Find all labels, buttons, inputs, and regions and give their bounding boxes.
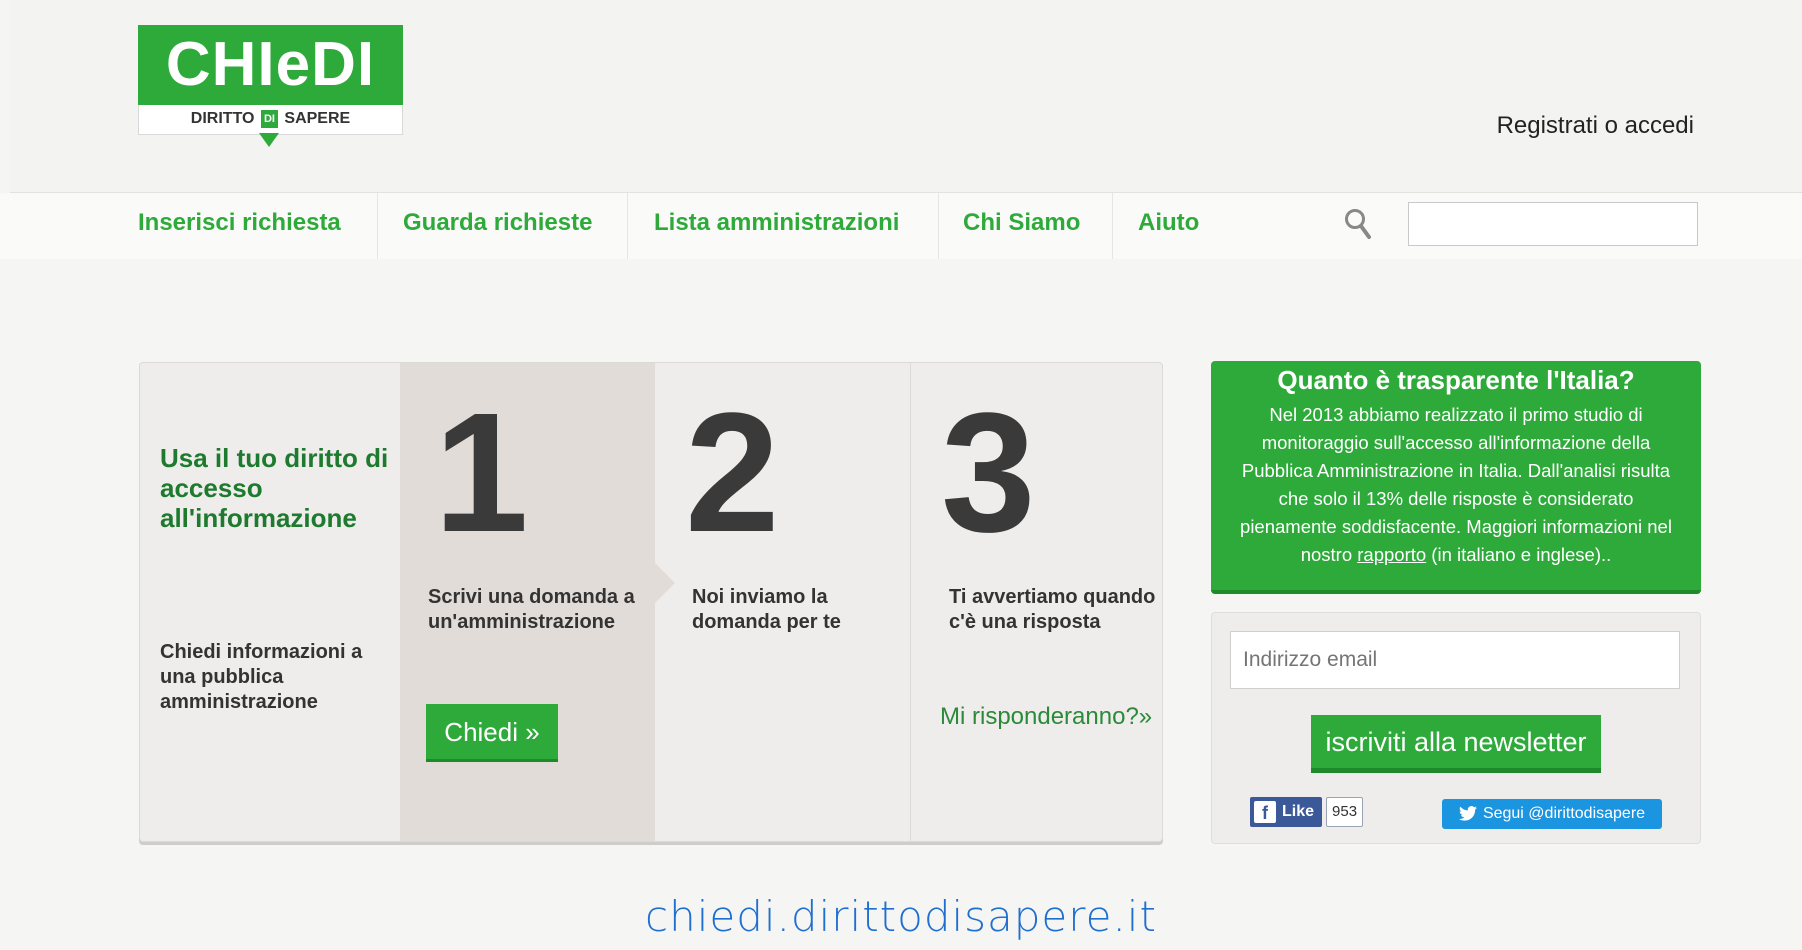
search-input[interactable]: [1408, 202, 1698, 246]
logo-wordmark: CHIeDI: [138, 25, 403, 105]
logo-pointer: [259, 133, 279, 147]
nav-item-guarda-richieste[interactable]: Guarda richieste: [403, 193, 628, 259]
nav-item-aiuto[interactable]: Aiuto: [1138, 193, 1228, 259]
twitter-bird-icon: [1458, 806, 1477, 821]
logo-tagline-right: SAPERE: [284, 110, 351, 127]
facebook-like-count: 953: [1326, 797, 1364, 827]
intro-subtitle: Chiedi informazioni a una pubblica ammin…: [160, 641, 363, 713]
transparency-box: Quanto è trasparente l'Italia? Nel 2013 …: [1211, 361, 1701, 594]
step-3: 3 Ti avvertiamo quando c'è una risposta …: [910, 363, 1162, 841]
step-2-number: 2: [685, 378, 780, 568]
step-3-number: 3: [941, 378, 1036, 568]
facebook-like-widget[interactable]: f Like 953: [1250, 797, 1364, 827]
intro-title: Usa il tuo diritto di accesso all'inform…: [160, 443, 389, 533]
email-field[interactable]: [1230, 631, 1680, 689]
transparency-text: Nel 2013 abbiamo realizzato il primo stu…: [1239, 401, 1673, 569]
search-icon[interactable]: [1344, 208, 1372, 240]
logo-tagline-left: DIRITTO: [190, 110, 255, 127]
step-3-text: Ti avvertiamo quando c'è una risposta: [949, 586, 1156, 633]
step-1-number: 1: [434, 378, 529, 568]
chiedi-button[interactable]: Chiedi »: [426, 704, 558, 762]
transparency-text-tail: (in italiano e inglese)..: [1426, 544, 1612, 565]
step-2: 2 Noi inviamo la domanda per te: [655, 363, 910, 841]
nav-item-inserisci-richiesta[interactable]: Inserisci richiesta: [138, 193, 378, 259]
footer-url[interactable]: chiedi.dirittodisapere.it: [0, 892, 1802, 941]
step-1-text: Scrivi una domanda a un'amministrazione: [428, 586, 635, 633]
facebook-like-label: Like: [1282, 803, 1315, 820]
transparency-title: Quanto è trasparente l'Italia?: [1277, 365, 1635, 395]
facebook-like-button[interactable]: f Like: [1250, 797, 1323, 827]
site-logo[interactable]: CHIeDI DIRITTO DI SAPERE: [138, 25, 403, 147]
how-it-works-panel: Usa il tuo diritto di accesso all'inform…: [139, 362, 1163, 842]
rapporto-link[interactable]: rapporto: [1357, 544, 1426, 565]
step-2-text: Noi inviamo la domanda per te: [692, 586, 841, 633]
nav-item-chi-siamo[interactable]: Chi Siamo: [963, 193, 1113, 259]
intro-column: Usa il tuo diritto di accesso all'inform…: [140, 363, 400, 841]
newsletter-box: iscriviti alla newsletter f Like 953 Segui…: [1211, 612, 1701, 844]
subscribe-newsletter-button[interactable]: iscriviti alla newsletter: [1311, 715, 1601, 773]
twitter-follow-label: Segui @dirittodisapere: [1482, 805, 1646, 822]
logo-tagline: DIRITTO DI SAPERE: [138, 105, 403, 135]
nav-item-lista-amministrazioni[interactable]: Lista amministrazioni: [654, 193, 939, 259]
logo-tagline-mid: DI: [260, 109, 278, 128]
transparency-text-body: Nel 2013 abbiamo realizzato il primo stu…: [1240, 404, 1672, 565]
step-1: 1 Scrivi una domanda a un'amministrazion…: [400, 363, 655, 841]
facebook-icon: f: [1254, 800, 1276, 823]
register-login-link[interactable]: Registrati o accedi: [1497, 112, 1694, 140]
twitter-follow-button[interactable]: Segui @dirittodisapere: [1442, 799, 1662, 829]
mi-risponderanno-link[interactable]: Mi risponderanno?»: [940, 703, 1160, 731]
